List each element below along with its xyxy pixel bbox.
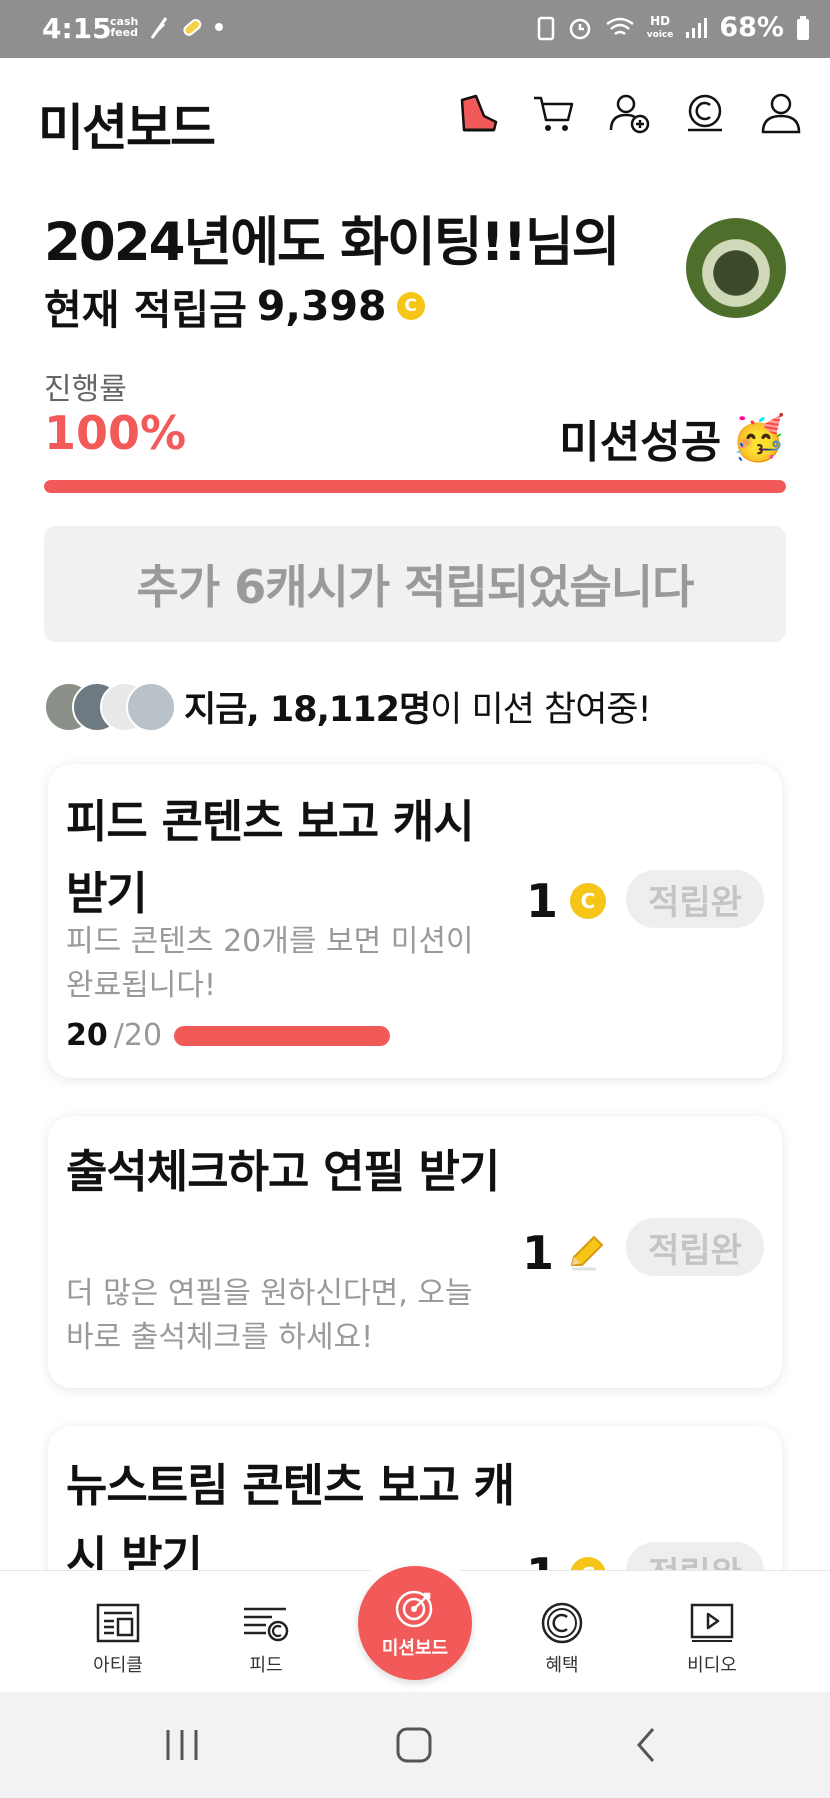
participant-avatars — [44, 680, 176, 732]
pencil-icon — [570, 1235, 604, 1271]
progress-value: 100% — [44, 406, 187, 460]
reward-amount: 1 — [521, 1226, 554, 1280]
mission-done-button[interactable]: 적립완 — [626, 1218, 764, 1276]
wifi-icon — [606, 17, 634, 35]
greeting-title: 2024년에도 화이팅!!님의 — [44, 212, 620, 273]
add-friend-icon[interactable] — [606, 90, 652, 136]
mission-description: 더 많은 연필을 원하신다면, 오늘 바로 출석체크를 하세요! — [66, 1276, 473, 1355]
nav-label: 미션보드 — [381, 1638, 449, 1659]
points-label: 현재 적립금 — [44, 286, 247, 334]
overall-progress-fill — [44, 480, 786, 493]
benefit-c-icon — [502, 1601, 622, 1645]
nav-benefit[interactable]: 혜택 — [502, 1601, 622, 1677]
mission-progress: 20/20 — [66, 1018, 391, 1053]
article-icon — [58, 1601, 178, 1645]
nav-missionboard[interactable]: 미션보드 — [358, 1566, 472, 1680]
mission-progress-done: 20 — [66, 1018, 108, 1053]
battery-icon — [797, 15, 809, 40]
mission-success: 미션성공 🥳 — [559, 406, 786, 470]
hd-voice-indicator: HD voice — [646, 13, 674, 40]
participants-row: 지금, 18,112명이 미션 참여중! — [44, 678, 652, 734]
status-bar: 4:15 cash feed HD voice 68% — [0, 0, 830, 58]
coin-c-icon[interactable] — [682, 90, 728, 136]
current-points: 현재 적립금 9,398 C — [44, 276, 425, 336]
recent-apps-icon[interactable] — [152, 1722, 212, 1768]
system-navigation-bar — [0, 1692, 830, 1798]
points-value: 9,398 — [256, 282, 387, 330]
battery-percent: 68% — [719, 12, 784, 43]
back-icon[interactable] — [616, 1722, 676, 1768]
status-notification-icons: cash feed — [110, 14, 224, 40]
mission-title: 출석체크하고 연필 받기 — [66, 1145, 500, 1198]
overall-progress-bar — [44, 480, 786, 493]
alarm-icon — [569, 18, 591, 39]
mission-status-text: 미션성공 — [559, 417, 722, 468]
feather-notification-icon — [151, 17, 168, 39]
mission-card-attendance[interactable]: 출석체크하고 연필 받기 더 많은 연필을 원하신다면, 오늘 바로 출석체크를… — [48, 1116, 782, 1388]
progress-label: 진행률 — [44, 372, 127, 407]
nav-label: 혜택 — [545, 1655, 579, 1676]
home-icon[interactable] — [384, 1722, 444, 1768]
mission-progress-bar — [174, 1025, 391, 1046]
mission-title: 피드 콘텐츠 보고 캐시 받기 — [66, 795, 475, 920]
cart-icon[interactable] — [530, 90, 576, 136]
nav-label: 비디오 — [687, 1655, 737, 1676]
battery-saver-icon — [537, 16, 555, 40]
header-actions — [454, 90, 804, 136]
mission-reward: 1 — [522, 1226, 606, 1280]
participants-suffix: 이 미션 참여중! — [430, 689, 651, 730]
avatar[interactable] — [686, 218, 786, 318]
mission-description: 피드 콘텐츠 20개를 보면 미션이 완료됩니다! — [66, 924, 474, 1003]
signal-icon — [686, 17, 708, 38]
coin-icon: C — [396, 292, 425, 320]
nav-label: 피드 — [249, 1655, 283, 1676]
reward-amount: 1 — [525, 874, 558, 928]
nav-label: 아티클 — [93, 1655, 143, 1676]
pill-notification-icon — [183, 18, 202, 36]
app-header: 미션보드 — [0, 58, 830, 178]
coin-icon: C — [570, 883, 606, 919]
mission-progress-total: /20 — [113, 1018, 163, 1053]
video-icon — [652, 1601, 772, 1645]
mission-reward: 1 C — [526, 874, 606, 928]
mission-done-button[interactable]: 적립완 — [626, 870, 764, 928]
page-title: 미션보드 — [38, 99, 216, 157]
mission-card-feed[interactable]: 피드 콘텐츠 보고 캐시 받기 피드 콘텐츠 20개를 보면 미션이 완료됩니다… — [48, 764, 782, 1078]
nav-feed[interactable]: 피드 — [206, 1601, 326, 1677]
nav-video[interactable]: 비디오 — [652, 1601, 772, 1677]
participant-avatar — [126, 682, 176, 732]
bonus-notice: 추가 6캐시가 적립되었습니다 — [44, 526, 786, 642]
party-face-emoji-icon: 🥳 — [731, 413, 786, 464]
profile-icon[interactable] — [758, 90, 804, 136]
sneaker-icon[interactable] — [454, 90, 500, 136]
feed-icon — [206, 1601, 326, 1645]
cashfeed-notification-icon: cash feed — [110, 15, 139, 39]
participants-prefix: 지금, — [184, 689, 270, 730]
dot-icon — [215, 23, 224, 31]
target-icon — [358, 1586, 472, 1630]
status-system-icons: HD voice 68% — [537, 12, 810, 43]
status-time: 4:15 — [42, 12, 112, 45]
nav-article[interactable]: 아티클 — [58, 1601, 178, 1677]
participants-count: 18,112명 — [269, 689, 431, 730]
participants-text: 지금, 18,112명이 미션 참여중! — [184, 681, 652, 732]
